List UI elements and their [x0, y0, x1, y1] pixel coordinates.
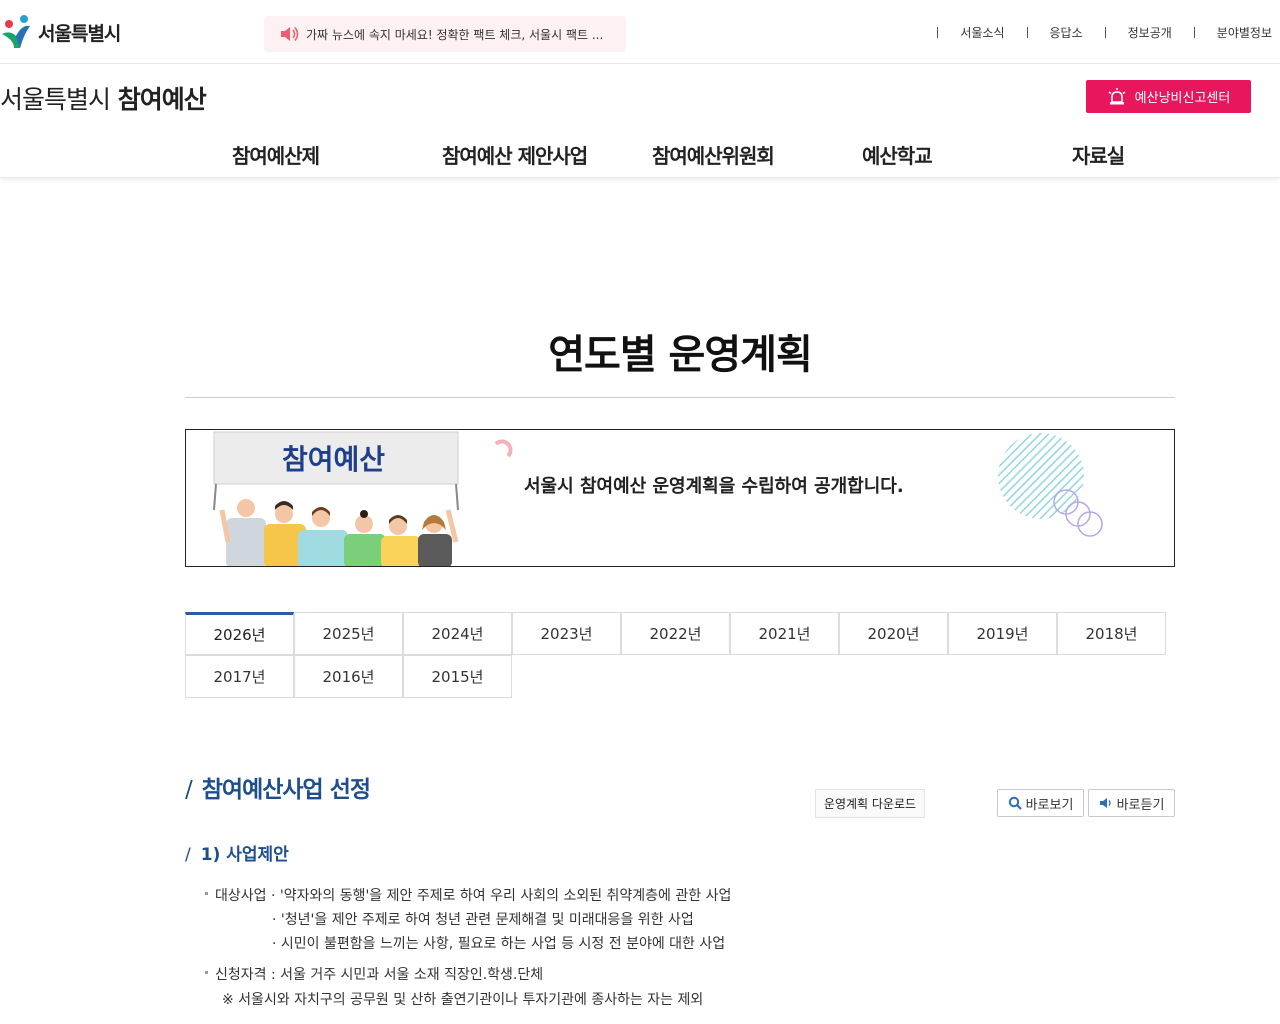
- budget-waste-report-button[interactable]: 예산낭비신고센터: [1086, 80, 1251, 113]
- util-divider: [1193, 27, 1195, 38]
- page-title: 연도별 운영계획: [548, 332, 813, 378]
- main-navigation: 참여예산제 참여예산 제안사업 참여예산위원회 예산학교 자료실: [0, 128, 1280, 178]
- tab-2024[interactable]: 2024년: [403, 612, 512, 655]
- tab-2016[interactable]: 2016년: [294, 655, 403, 698]
- util-link-eungdapso[interactable]: 응답소: [1050, 24, 1083, 41]
- seoul-logo-icon: [2, 15, 30, 48]
- news-ticker[interactable]: 가짜 뉴스에 속지 마세요! 정확한 팩트 체크, 서울시 팩트 ...: [264, 16, 626, 52]
- eligibility-line: 신청자격 : 서울 거주 시민과 서울 소재 직장인.학생.단체: [205, 964, 543, 984]
- target-projects-line1: 대상사업 · '약자와의 동행'을 제안 주제로 하여 우리 사회의 소외된 취…: [205, 885, 731, 905]
- listen-button-label: 바로듣기: [1116, 797, 1165, 813]
- util-link-field-info[interactable]: 분야별정보: [1217, 24, 1272, 41]
- utility-links: 서울소식 응답소 정보공개 분야별정보: [937, 24, 1272, 41]
- eligibility-note: ※ 서울시와 자치구의 공무원 및 산하 출연기관이나 투자기관에 종사하는 자…: [222, 992, 704, 1008]
- util-link-info-disclosure[interactable]: 정보공개: [1128, 24, 1172, 41]
- tab-2026[interactable]: 2026년: [185, 612, 294, 655]
- banner-sign-text: 참여예산: [282, 443, 386, 476]
- tab-2015[interactable]: 2015년: [403, 655, 512, 698]
- download-plan-button[interactable]: 운영계획 다운로드: [815, 789, 925, 818]
- section-title-text: 참여예산사업 선정: [201, 777, 371, 803]
- site-title-city: 서울특별시: [0, 85, 111, 114]
- target-projects-line3: · 시민이 불편함을 느끼는 사항, 필요로 하는 사업 등 시정 전 분야에 …: [272, 936, 726, 952]
- tab-2018[interactable]: 2018년: [1057, 612, 1166, 655]
- util-divider: [1104, 27, 1106, 38]
- util-divider: [937, 27, 939, 38]
- eligibility-text: 신청자격 : 서울 거주 시민과 서울 소재 직장인.학생.단체: [215, 967, 544, 983]
- site-title-service: 참여예산: [117, 85, 207, 114]
- intro-banner: 참여예산 서울시 참여예산 운영계획을 수립하여 공개합니다.: [185, 429, 1175, 567]
- nav-participatory-budget-system[interactable]: 참여예산제: [232, 140, 320, 169]
- seoul-logo[interactable]: 서울특별시: [0, 14, 121, 50]
- util-link-seoul-news[interactable]: 서울소식: [960, 24, 1004, 41]
- target-projects-text: 대상사업 · '약자와의 동행'을 제안 주제로 하여 우리 사회의 소외된 취…: [215, 888, 732, 904]
- util-divider: [1026, 27, 1028, 38]
- nav-budget-school[interactable]: 예산학교: [862, 140, 933, 169]
- logo-text: 서울특별시: [38, 22, 121, 45]
- speaker-icon: [281, 27, 299, 41]
- tab-2020[interactable]: 2020년: [839, 612, 948, 655]
- nav-budget-committee[interactable]: 참여예산위원회: [652, 140, 775, 169]
- nav-proposal-projects[interactable]: 참여예산 제안사업: [442, 140, 588, 169]
- tab-2023[interactable]: 2023년: [512, 612, 621, 655]
- nav-resources[interactable]: 자료실: [1072, 140, 1125, 169]
- subsection-title-slash: /: [185, 845, 191, 865]
- tab-2019[interactable]: 2019년: [948, 612, 1057, 655]
- tab-2025[interactable]: 2025년: [294, 612, 403, 655]
- speaker-icon: [1099, 798, 1111, 808]
- site-title[interactable]: 서울특별시 참여예산: [0, 80, 207, 116]
- subsection-title: / 1) 사업제안: [185, 840, 289, 865]
- tab-2017[interactable]: 2017년: [185, 655, 294, 698]
- tab-2021[interactable]: 2021년: [730, 612, 839, 655]
- view-button-label: 바로보기: [1025, 797, 1074, 813]
- magnifier-icon: [1008, 796, 1022, 810]
- bullet-marker: [205, 891, 208, 895]
- view-button[interactable]: 바로보기: [997, 789, 1084, 817]
- subsection-title-text: 1) 사업제안: [200, 845, 289, 865]
- listen-button[interactable]: 바로듣기: [1088, 789, 1175, 817]
- banner-message: 서울시 참여예산 운영계획을 수립하여 공개합니다.: [524, 476, 904, 497]
- ticker-text[interactable]: 가짜 뉴스에 속지 마세요! 정확한 팩트 체크, 서울시 팩트 ...: [306, 26, 603, 43]
- section-title-slash: /: [185, 777, 193, 803]
- alarm-siren-icon: [1108, 87, 1126, 104]
- target-projects-line2: · '청년'을 제안 주제로 하여 청년 관련 문제해결 및 미래대응을 위한 …: [272, 912, 694, 928]
- report-button-label: 예산낭비신고센터: [1134, 91, 1231, 106]
- section-title: / 참여예산사업 선정: [185, 770, 371, 804]
- bullet-marker: [205, 970, 208, 974]
- tab-2022[interactable]: 2022년: [621, 612, 730, 655]
- top-utility-bar: 서울특별시 가짜 뉴스에 속지 마세요! 정확한 팩트 체크, 서울시 팩트 .…: [0, 0, 1280, 64]
- title-divider: [185, 397, 1175, 398]
